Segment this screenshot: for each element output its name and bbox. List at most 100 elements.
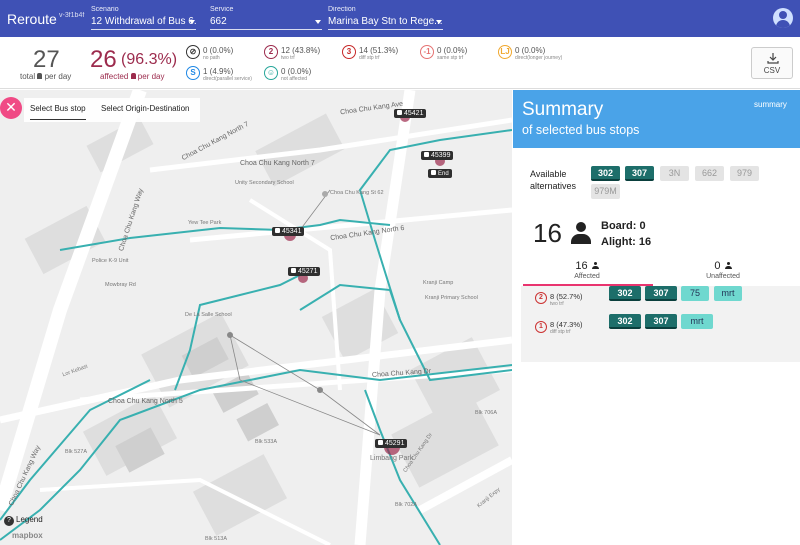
csv-download-button[interactable]: CSV (751, 47, 793, 79)
not-affected-icon: ☺ (264, 66, 278, 80)
stats-bar: 27 total per day 26 (96.3%) affected per… (0, 37, 800, 89)
route-chip[interactable]: 75 (681, 286, 709, 301)
app-title: Reroute (7, 11, 57, 27)
no-path-icon: ⊘ (186, 45, 200, 59)
user-avatar[interactable] (773, 8, 793, 28)
street-label: Choa Chu Kang North 7 (240, 160, 315, 167)
two-transfer-icon: 2 (264, 45, 278, 59)
row-label: two trf (550, 301, 564, 307)
app-version: v-3f1b4f (59, 12, 85, 19)
board-count: Board: 0 (601, 220, 646, 232)
alternative-chip[interactable]: 979M (591, 184, 620, 199)
place-label: Kranji Primary School (425, 295, 478, 301)
chevron-down-icon (189, 20, 195, 24)
place-label: Police K-9 Unit (92, 258, 129, 264)
available-alternatives-label: Available alternatives (530, 169, 577, 191)
block-label: Blk 702A (395, 502, 418, 508)
street-label: Choa Chu Kang St 62 (330, 190, 384, 196)
affected-breakdown: 2 8 (52.7%) two trf 302 307 75 mrt 1 8 (… (521, 286, 800, 362)
route-chip[interactable]: mrt (714, 286, 742, 301)
app-header: Reroute v-3f1b4f Scenario 12 Withdrawal … (0, 0, 800, 37)
mapbox-logo: mapbox (12, 531, 43, 540)
total-label: total per day (20, 72, 72, 81)
chevron-down-icon (315, 20, 321, 24)
person-icon (130, 73, 136, 79)
legend-toggle[interactable]: ? Legend (4, 515, 43, 526)
download-icon (767, 53, 779, 64)
street-label: Choa Chu Kang North 5 (108, 398, 183, 405)
scenario-select[interactable]: Scenario 12 Withdrawal of Bus 6... (91, 6, 196, 30)
summary-panel: Summary of selected bus stops summary Av… (513, 90, 800, 545)
block-label: Blk 513A (205, 536, 228, 542)
bus-stop-marker[interactable]: 45271 (288, 260, 321, 278)
summary-subtitle: of selected bus stops (522, 123, 640, 137)
two-transfer-icon: 2 (535, 292, 547, 304)
person-icon (570, 222, 592, 246)
diff-stop-transfer-icon: 3 (342, 45, 356, 59)
map-mode-tabs: Select Bus stop Select Origin-Destinatio… (24, 98, 200, 122)
service-label: Service (210, 6, 234, 13)
tab-unaffected[interactable]: 0 Unaffected (663, 260, 783, 280)
bus-stop-marker[interactable]: 45399 (421, 144, 454, 162)
direction-value: Marina Bay Stn to Rege... (328, 16, 443, 27)
alternative-chip[interactable]: 302 (591, 166, 620, 181)
route-chip[interactable]: 302 (609, 286, 641, 301)
place-label: Unity Secondary School (235, 180, 294, 186)
alight-count: Alight: 16 (601, 236, 652, 248)
close-icon: ✕ (5, 99, 17, 115)
scenario-label: Scenario (91, 6, 119, 13)
total-count: 27 (33, 46, 60, 73)
tab-affected[interactable]: 16 Affected (527, 260, 647, 280)
person-icon (37, 73, 43, 79)
bus-stop-marker[interactable]: 45341 (272, 220, 305, 238)
one-transfer-icon: 1 (535, 321, 547, 333)
map-view[interactable]: Choa Chu Kang North 7 Choa Chu Kang Nort… (0, 90, 512, 545)
place-label: Kranji Camp (423, 280, 454, 286)
close-button[interactable]: ✕ (0, 97, 22, 119)
tab-select-origin-destination[interactable]: Select Origin-Destination (101, 104, 189, 113)
alternative-chip[interactable]: 979 (730, 166, 759, 181)
place-label: Yew Tee Park (188, 220, 222, 226)
person-icon (591, 262, 599, 269)
tab-select-bus-stop[interactable]: Select Bus stop (30, 104, 86, 120)
summary-link[interactable]: summary (754, 100, 787, 109)
service-select[interactable]: Service 662 (210, 6, 322, 30)
direction-select[interactable]: Direction Marina Bay Stn to Rege... (328, 6, 443, 30)
row-value: 8 (47.3%) (550, 320, 583, 329)
direct-parallel-icon: S (186, 66, 200, 80)
person-icon (724, 262, 732, 269)
summary-header: Summary of selected bus stops summary (513, 90, 800, 148)
alternative-chip[interactable]: 307 (625, 166, 654, 181)
scenario-value: 12 Withdrawal of Bus 6... (91, 16, 196, 27)
route-chip[interactable]: 307 (645, 314, 677, 329)
csv-label: CSV (763, 66, 781, 75)
same-stop-transfer-icon: -1 (420, 45, 434, 59)
place-label: De La Salle School (185, 312, 232, 318)
selected-count: 16 (533, 218, 562, 248)
row-value: 8 (52.7%) (550, 292, 583, 301)
place-label: Limbang Park (370, 455, 414, 462)
block-label: Blk 706A (475, 410, 498, 416)
end-marker: End (428, 162, 452, 180)
alternative-chip[interactable]: 662 (695, 166, 724, 181)
street-label: Mowbray Rd (105, 282, 136, 288)
alternative-chip[interactable]: 3N (660, 166, 689, 181)
block-label: Blk 533A (255, 439, 278, 445)
affected-pct: (96.3%) (121, 51, 178, 68)
help-icon: ? (4, 516, 14, 526)
affected-count: 26 (90, 46, 117, 73)
route-chip[interactable]: 302 (609, 314, 641, 329)
direct-longer-icon: LJ (498, 45, 512, 59)
bus-stop-marker[interactable]: 45421 (394, 102, 427, 120)
affected-label: affected per day (100, 72, 165, 81)
block-label: Blk 527A (65, 449, 88, 455)
row-label: diff stp trf (550, 329, 571, 335)
user-icon (779, 11, 787, 19)
service-value: 662 (210, 16, 227, 27)
bus-stop-marker[interactable]: 45291 (375, 432, 408, 450)
route-chip[interactable]: 307 (645, 286, 677, 301)
direction-label: Direction (328, 6, 356, 13)
route-chip[interactable]: mrt (681, 314, 713, 329)
chevron-down-icon (436, 20, 442, 24)
summary-title: Summary (522, 99, 604, 120)
